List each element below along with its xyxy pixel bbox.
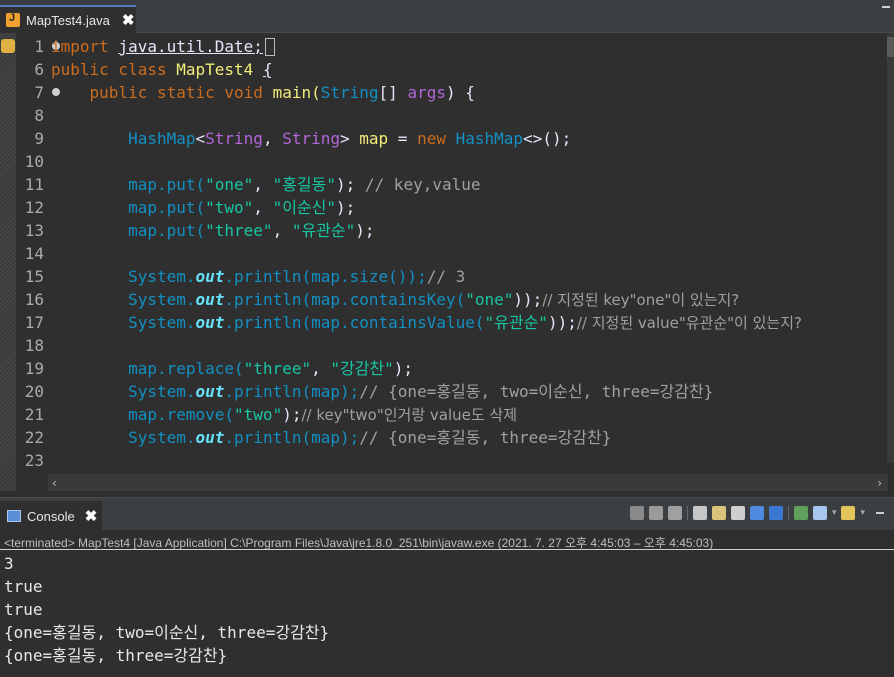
line-number: 19 [24, 359, 44, 378]
line-number: 1 [34, 37, 44, 56]
line-number: 13 [24, 221, 44, 240]
scroll-left-icon[interactable]: ‹ [52, 476, 57, 490]
toolbar-separator [787, 506, 789, 520]
code-line: map.replace("three", "강감찬"); [128, 359, 414, 378]
minimize-icon[interactable] [882, 6, 890, 8]
terminate-icon[interactable] [629, 506, 644, 520]
console-line: true [4, 577, 43, 596]
code-line: import java.util.Date; [51, 35, 275, 58]
code-line: System.out.println(map.containsKey("one"… [128, 290, 740, 309]
line-number: 12 [24, 198, 44, 217]
line-number: 15 [24, 267, 44, 286]
console-output[interactable]: 3 true true {one=홍길동, two=이순신, three=강감찬… [4, 552, 329, 667]
line-number: 9 [34, 129, 44, 148]
show-on-error-icon[interactable] [768, 506, 783, 520]
divider [0, 549, 894, 550]
editor-tab-bar: MapTest4.java ✖ [0, 0, 894, 33]
scroll-right-icon[interactable]: › [877, 476, 882, 490]
vertical-scrollbar[interactable] [887, 33, 894, 463]
remove-all-terminated-icon[interactable] [667, 506, 682, 520]
show-on-output-icon[interactable] [711, 506, 726, 520]
line-number: 16 [24, 290, 44, 309]
line-number: 22 [24, 428, 44, 447]
remove-launch-icon[interactable] [648, 506, 663, 520]
text-cursor [264, 38, 275, 56]
console-tab-bar: Console ✖ ▾ ▾ [0, 497, 894, 531]
code-area[interactable]: import java.util.Date; public class MapT… [51, 33, 887, 463]
console-line: {one=홍길동, three=강감찬} [4, 646, 228, 665]
line-number: 18 [24, 336, 44, 355]
line-number: 17 [24, 313, 44, 332]
scroll-thumb[interactable] [887, 37, 894, 57]
console-icon [7, 510, 21, 522]
code-line: map.put("two", "이순신"); [128, 198, 356, 217]
code-line: System.out.println(map);// {one=홍길동, thr… [128, 428, 612, 447]
code-line: map.put("one", "홍길동"); // key,value [128, 175, 481, 194]
line-number-gutter: 1 6 7 8 9 10 11 12 13 14 15 16 17 18 19 … [16, 33, 60, 470]
new-console-icon[interactable] [841, 506, 856, 520]
code-line: public class MapTest4 { [51, 60, 273, 79]
minimize-icon[interactable] [876, 512, 884, 514]
line-number: 14 [24, 244, 44, 263]
toolbar-separator [686, 506, 688, 520]
line-number: 6 [34, 60, 44, 79]
code-line: System.out.println(map.size());// 3 [128, 267, 466, 286]
line-number: 8 [34, 106, 44, 125]
pin-console-icon[interactable] [749, 506, 764, 520]
tab-title: MapTest4.java [26, 12, 110, 28]
line-number: 20 [24, 382, 44, 401]
line-number: 21 [24, 405, 44, 424]
open-console-icon[interactable] [793, 506, 808, 520]
code-line: System.out.println(map.containsValue("유관… [128, 313, 802, 332]
scroll-lock-icon[interactable] [692, 506, 707, 520]
horizontal-scrollbar[interactable]: ‹ › [48, 474, 888, 491]
close-icon[interactable]: ✖ [122, 11, 135, 29]
overview-ruler [0, 33, 16, 491]
java-file-icon [6, 12, 20, 27]
chevron-down-icon[interactable]: ▾ [832, 508, 837, 518]
chevron-down-icon[interactable]: ▾ [860, 508, 865, 518]
code-line: map.put("three", "유관순"); [128, 221, 375, 240]
line-number: 10 [24, 152, 44, 171]
code-line: HashMap<String, String> map = new HashMa… [128, 129, 572, 148]
code-line: public static void main(String[] args) { [89, 83, 475, 102]
console-line: {one=홍길동, two=이순신, three=강감찬} [4, 623, 330, 642]
tab-console[interactable]: Console ✖ [0, 501, 102, 531]
console-toolbar: ▾ ▾ [629, 506, 884, 520]
line-number: 11 [24, 175, 44, 194]
code-editor[interactable]: 1 6 7 8 9 10 11 12 13 14 15 16 17 18 19 … [0, 33, 894, 491]
code-line: System.out.println(map);// {one=홍길동, two… [128, 382, 714, 401]
word-wrap-icon[interactable] [730, 506, 745, 520]
warning-icon [1, 39, 15, 53]
console-tab-title: Console [27, 508, 75, 524]
tab-maptest4-java[interactable]: MapTest4.java ✖ [0, 5, 136, 33]
close-icon[interactable]: ✖ [85, 507, 98, 525]
line-number: 7 [34, 83, 44, 102]
console-line: true [4, 600, 43, 619]
line-number: 23 [24, 451, 44, 470]
console-line: 3 [4, 554, 14, 573]
display-console-icon[interactable] [812, 506, 827, 520]
code-line: map.remove("two");// key"two"인거랑 value도 … [128, 405, 518, 424]
